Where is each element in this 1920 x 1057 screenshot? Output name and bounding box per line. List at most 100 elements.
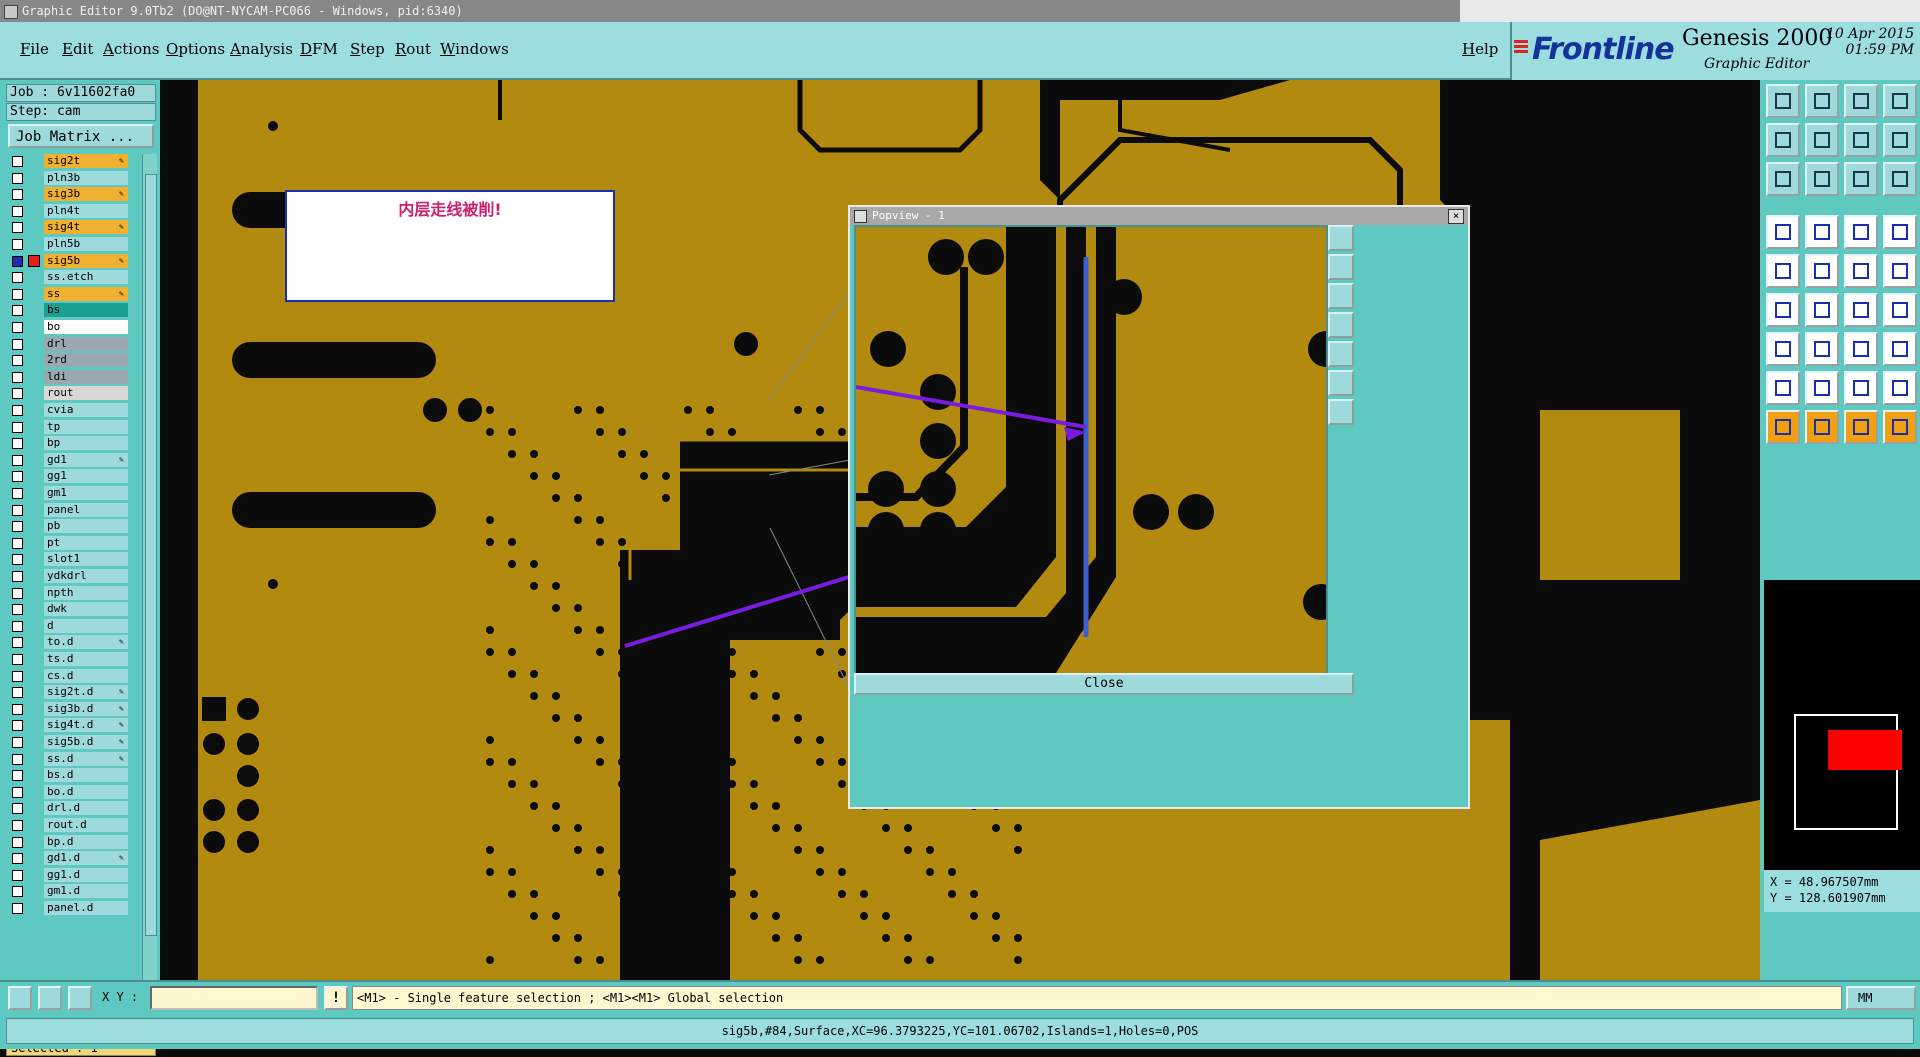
layer-affected-checkbox[interactable] bbox=[12, 388, 23, 400]
tool-button-23[interactable] bbox=[1844, 293, 1878, 327]
layer-row[interactable]: bp.d bbox=[8, 834, 128, 850]
snap-icon[interactable] bbox=[8, 986, 32, 1010]
layer-affected-checkbox[interactable] bbox=[12, 172, 23, 184]
layer-row[interactable]: pt bbox=[8, 535, 128, 551]
layer-name[interactable]: pln3b bbox=[44, 170, 128, 185]
layer-row[interactable]: ydkdrl bbox=[8, 569, 128, 584]
layer-row[interactable]: drl.d bbox=[8, 801, 128, 816]
layer-name[interactable]: gg1.d bbox=[44, 867, 128, 882]
layer-affected-checkbox[interactable] bbox=[12, 288, 23, 300]
layer-row[interactable]: cvia bbox=[8, 403, 128, 418]
tool-button-7[interactable] bbox=[1844, 123, 1878, 157]
layer-name[interactable]: drl.d bbox=[44, 801, 128, 816]
layer-affected-checkbox[interactable] bbox=[12, 637, 23, 649]
layer-affected-checkbox[interactable] bbox=[12, 869, 23, 881]
layer-row[interactable]: ss.d ✎ bbox=[8, 751, 128, 767]
layer-name[interactable]: sig5b.d bbox=[44, 735, 128, 749]
layer-row[interactable]: pln5b bbox=[8, 237, 128, 252]
layer-scrollbar[interactable] bbox=[142, 154, 157, 1034]
overview-map[interactable] bbox=[1764, 580, 1920, 870]
layer-affected-checkbox[interactable] bbox=[12, 703, 23, 715]
layer-name[interactable]: bo.d bbox=[44, 784, 128, 799]
layer-affected-checkbox[interactable] bbox=[12, 338, 23, 350]
menu-windows[interactable]: Windows bbox=[440, 40, 509, 58]
layer-row[interactable]: tp bbox=[8, 419, 128, 435]
layer-row[interactable]: sig4t ✎ bbox=[8, 220, 128, 235]
tool-button-8[interactable] bbox=[1883, 123, 1917, 157]
layer-row[interactable]: sig3b ✎ bbox=[8, 187, 128, 202]
layer-affected-checkbox[interactable] bbox=[12, 305, 23, 317]
layer-name[interactable]: sig2t bbox=[44, 154, 128, 168]
tool-button-2[interactable] bbox=[1805, 84, 1839, 118]
layer-row[interactable]: ss.etch bbox=[8, 270, 128, 285]
tool-button-15[interactable] bbox=[1844, 215, 1878, 249]
layer-name[interactable]: gm1.d bbox=[44, 884, 128, 899]
layer-row[interactable]: gd1 ✎ bbox=[8, 452, 128, 468]
menu-file[interactable]: File bbox=[20, 40, 49, 58]
xy-input[interactable] bbox=[150, 986, 318, 1010]
tool-button-17[interactable] bbox=[1766, 254, 1800, 288]
tool-button-9[interactable] bbox=[1766, 162, 1800, 196]
menu-edit[interactable]: Edit bbox=[62, 40, 93, 58]
layer-row[interactable]: pln4t bbox=[8, 203, 128, 219]
layer-row[interactable]: bs bbox=[8, 303, 128, 318]
layer-affected-checkbox[interactable] bbox=[12, 537, 23, 549]
layer-affected-checkbox[interactable] bbox=[12, 753, 23, 765]
layer-name[interactable]: pt bbox=[44, 535, 128, 550]
layer-affected-checkbox[interactable] bbox=[12, 438, 23, 450]
tool-button-5[interactable] bbox=[1766, 123, 1800, 157]
layer-affected-checkbox[interactable] bbox=[12, 670, 23, 682]
tool-button-20[interactable] bbox=[1883, 254, 1917, 288]
layer-name[interactable]: sig2t.d bbox=[44, 685, 128, 700]
tool-button-26[interactable] bbox=[1805, 332, 1839, 366]
layer-row[interactable]: bp bbox=[8, 436, 128, 451]
layer-row[interactable]: npth bbox=[8, 585, 128, 601]
tool-button-12[interactable] bbox=[1883, 162, 1917, 196]
layer-affected-checkbox[interactable] bbox=[12, 371, 23, 383]
layer-row[interactable]: gm1 bbox=[8, 486, 128, 501]
layer-name[interactable]: rout.d bbox=[44, 818, 128, 832]
layer-name[interactable]: pb bbox=[44, 519, 128, 534]
layer-affected-checkbox[interactable] bbox=[12, 803, 23, 815]
tool-button-14[interactable] bbox=[1805, 215, 1839, 249]
layer-name[interactable]: dwk bbox=[44, 602, 128, 617]
layer-name[interactable]: sig4t.d bbox=[44, 718, 128, 733]
layer-row[interactable]: dwk bbox=[8, 602, 128, 617]
layer-affected-checkbox[interactable] bbox=[12, 836, 23, 848]
layer-name[interactable]: cvia bbox=[44, 403, 128, 417]
popview-close-button[interactable]: Close bbox=[854, 673, 1354, 695]
layer-row[interactable]: panel.d bbox=[8, 901, 128, 916]
layer-row[interactable]: slot1 bbox=[8, 552, 128, 567]
layer-affected-checkbox[interactable] bbox=[12, 903, 23, 914]
layer-row[interactable]: ss ✎ bbox=[8, 286, 128, 302]
popview-tool-1[interactable] bbox=[1328, 225, 1354, 251]
tool-button-1[interactable] bbox=[1766, 84, 1800, 118]
job-matrix-button[interactable]: Job Matrix ... bbox=[8, 124, 154, 148]
layer-affected-checkbox[interactable] bbox=[12, 654, 23, 665]
tool-button-11[interactable] bbox=[1844, 162, 1878, 196]
layer-affected-checkbox[interactable] bbox=[12, 471, 23, 483]
menu-analysis[interactable]: Analysis bbox=[230, 40, 293, 58]
layer-row[interactable]: drl bbox=[8, 336, 128, 352]
tool-button-36[interactable] bbox=[1883, 410, 1917, 444]
tool-button-27[interactable] bbox=[1844, 332, 1878, 366]
layer-affected-checkbox[interactable] bbox=[12, 853, 23, 865]
popview-tool-2[interactable] bbox=[1328, 254, 1354, 280]
layer-affected-checkbox[interactable] bbox=[12, 571, 23, 582]
popview-tool-4[interactable] bbox=[1328, 312, 1354, 338]
tool-button-19[interactable] bbox=[1844, 254, 1878, 288]
layer-row[interactable]: bs.d bbox=[8, 768, 128, 783]
layer-name[interactable]: pln4t bbox=[44, 203, 128, 218]
layer-affected-checkbox[interactable] bbox=[12, 504, 23, 516]
layer-row[interactable]: 2rd bbox=[8, 353, 128, 368]
layer-name[interactable]: ydkdrl bbox=[44, 569, 128, 583]
layer-affected-checkbox[interactable] bbox=[12, 272, 23, 284]
menu-rout[interactable]: Rout bbox=[395, 40, 431, 58]
layer-row[interactable]: sig5b ✎ bbox=[8, 253, 128, 269]
popview-tool-6[interactable] bbox=[1328, 370, 1354, 396]
layer-name[interactable]: panel bbox=[44, 502, 128, 517]
layer-row[interactable]: gg1.d bbox=[8, 867, 128, 883]
layer-row[interactable]: sig2t.d ✎ bbox=[8, 685, 128, 700]
layer-affected-checkbox[interactable] bbox=[12, 255, 23, 267]
layer-affected-checkbox[interactable] bbox=[12, 355, 23, 367]
